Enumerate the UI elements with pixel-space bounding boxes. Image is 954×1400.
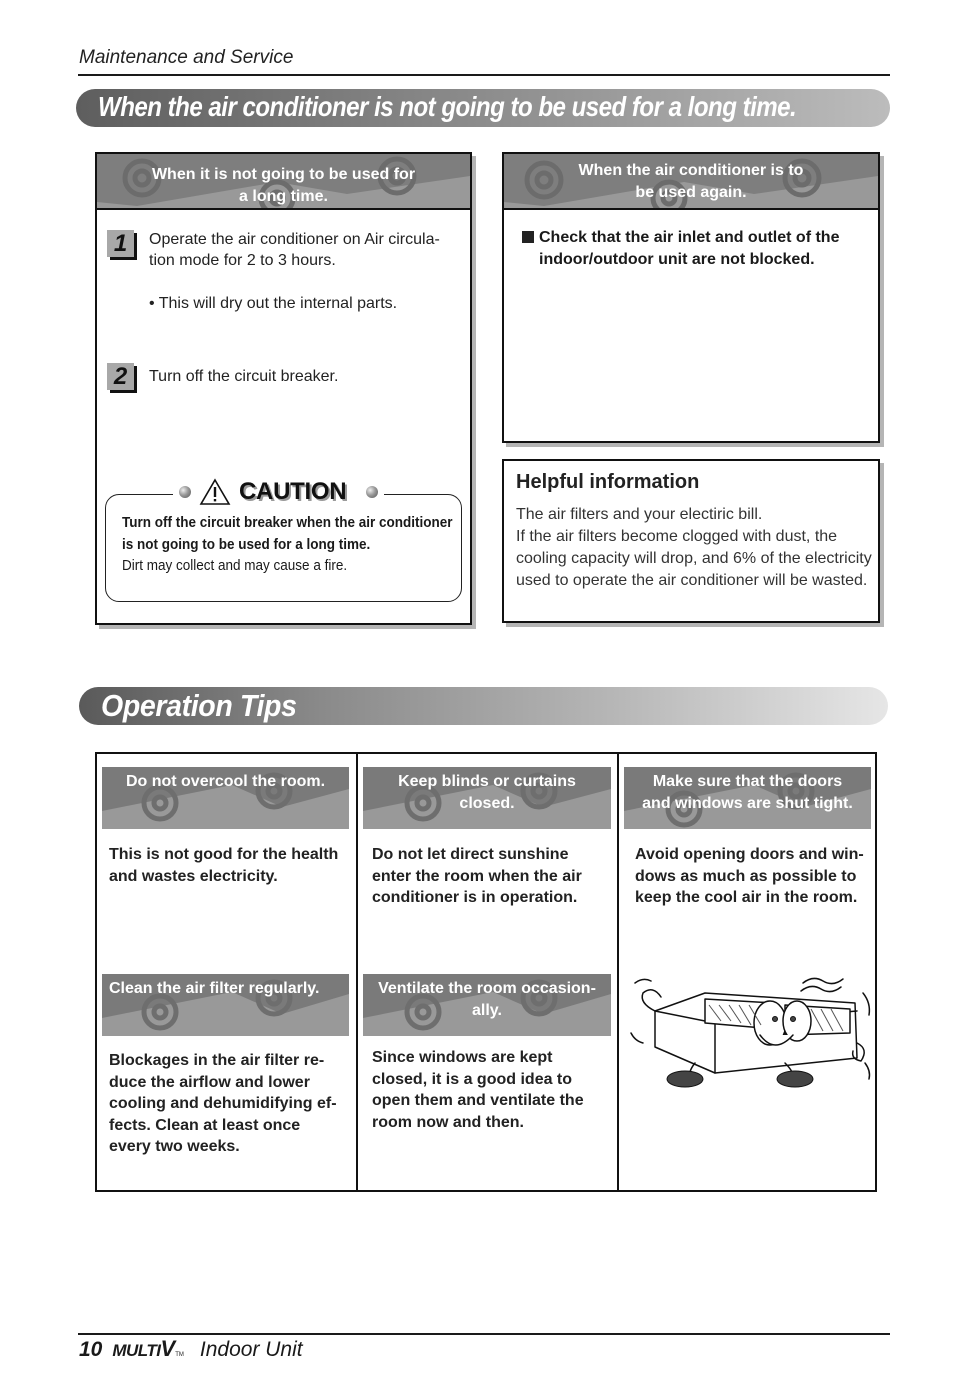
box-header-line2: a long time. [239, 188, 328, 205]
cartoon-indoor-unit-illustration [630, 977, 871, 1088]
tip-title: closed. [459, 795, 515, 812]
caution-plain-text: Dirt may collect and may cause a fire. [122, 557, 348, 574]
helpful-information-box: Helpful information The air filters and … [502, 459, 880, 623]
step-2-text: Turn off the circuit breaker. [149, 368, 339, 385]
box-header: When it is not going to be used for a lo… [97, 154, 470, 210]
tip-3-header: Make sure that the doors and windows are… [624, 767, 871, 829]
box-header: When the air conditioner is to be used a… [504, 154, 878, 210]
section-banner-operation-tips: Operation Tips [79, 687, 888, 725]
footer-rule [78, 1333, 890, 1335]
tip-title: Do not overcool the room. [125, 773, 326, 790]
section-title: When the air conditioner is not going to… [98, 91, 797, 122]
helpful-info-body: The air filters and your electiric bill.… [516, 504, 878, 592]
tip-body-line: Since windows are kept [372, 1049, 553, 1066]
tip-title: Ventilate the room occasion- [378, 980, 596, 997]
running-header: Maintenance and Service [79, 47, 294, 68]
box-header-line2: be used again. [635, 184, 747, 201]
step-1-text: Operate the air conditioner on Air circu… [149, 231, 440, 269]
footer-title: Indoor Unit [199, 1338, 303, 1361]
tip-title: and windows are shut tight. [642, 795, 853, 812]
warning-triangle-icon [199, 478, 231, 505]
tip-body-line: every two weeks. [109, 1138, 240, 1155]
tip-body-line: enter the room when the air [372, 867, 582, 885]
tip-body-line: conditioner is in operation. [372, 889, 578, 906]
helpful-info-line: cooling capacity will drop, and 6% of th… [516, 550, 872, 567]
brand-logo: MULTIVTM [112, 1336, 184, 1362]
column-divider [617, 754, 619, 1190]
page-footer: 10 MULTIVTM Indoor Unit [79, 1336, 303, 1362]
caution-heading: CAUTION [173, 474, 385, 510]
tip-body-line: cooling and dehumidifying ef- [109, 1095, 337, 1112]
not-used-long-time-box: When it is not going to be used for a lo… [95, 152, 472, 625]
trademark: TM [175, 1352, 184, 1358]
tip-body-line: closed, it is a good idea to [372, 1070, 573, 1088]
tip-3-body: Avoid opening doors and win- dows as muc… [635, 844, 875, 909]
header-rule [78, 74, 890, 76]
helpful-info-line: used to operate the air conditioner will… [516, 572, 868, 589]
tip-2-body: Do not let direct sunshine enter the roo… [372, 844, 612, 909]
caution-bold-text: Turn off the circuit breaker when the ai… [122, 512, 460, 556]
tip-body-line: Avoid opening doors and win- [635, 846, 864, 863]
section-title: Operation Tips [101, 688, 297, 723]
page-number: 10 [79, 1338, 103, 1361]
box-header-line1: When the air conditioner is to [578, 162, 804, 179]
caution-box: Turn off the circuit breaker when the ai… [105, 494, 462, 602]
tip-body-line: open them and ventilate the [372, 1092, 584, 1109]
bullet-ball-icon [179, 486, 191, 498]
tip-title: Make sure that the doors [652, 773, 843, 790]
tip-title: ally. [472, 1002, 502, 1019]
tip-body-line: fects. Clean at least once [109, 1116, 301, 1134]
step-2-badge: 2 [107, 363, 134, 390]
tip-4-body: Blockages in the air filter re- duce the… [109, 1050, 349, 1158]
tip-2-header: Keep blinds or curtains closed. [363, 767, 611, 829]
box-header-line1: When it is not going to be used for [151, 166, 416, 183]
section-banner-long-time: When the air conditioner is not going to… [76, 89, 890, 127]
helpful-info-line: The air filters and your electiric bill. [516, 506, 763, 523]
tip-1-header: Do not overcool the room. [102, 767, 349, 829]
helpful-info-line: If the air filters become clogged with d… [516, 528, 838, 545]
tip-body-line: Do not let direct sunshine [372, 846, 569, 863]
tip-body-line: and wastes electricity. [109, 867, 278, 885]
check-item: Check that the air inlet and outlet of t… [522, 227, 867, 271]
tip-body-line: This is not good for the health [109, 846, 339, 863]
tip-body-line: room now and then. [372, 1113, 524, 1131]
step-1-note: • This will dry out the internal parts. [149, 295, 398, 312]
caution-bold-line1: Turn off the circuit breaker when the ai… [122, 514, 453, 531]
check-item-line1: Check that the air inlet and outlet of t… [539, 229, 840, 246]
tip-5-body: Since windows are kept closed, it is a g… [372, 1047, 612, 1133]
tip-4-header: Clean the air filter regularly. [102, 974, 349, 1036]
square-bullet-icon [522, 231, 534, 243]
caution-bold-line2: is not going to be used for a long time. [122, 536, 371, 553]
tip-title: Clean the air filter regularly. [109, 980, 320, 997]
brand-v: V [160, 1336, 176, 1361]
check-item-line2: indoor/outdoor unit are not blocked. [539, 251, 815, 268]
caution-label: CAUTION [239, 478, 347, 505]
step-1-badge: 1 [107, 230, 134, 257]
tip-body-line: keep the cool air in the room. [635, 889, 858, 906]
tip-body-line: duce the airflow and lower [109, 1073, 310, 1091]
tip-1-body: This is not good for the health and wast… [109, 844, 349, 887]
tip-title: Keep blinds or curtains [398, 773, 576, 790]
column-divider [356, 754, 358, 1190]
tip-body-line: dows as much as possible to [635, 867, 857, 885]
used-again-box: When the air conditioner is to be used a… [502, 152, 880, 443]
bullet-ball-icon [366, 486, 379, 498]
tip-body-line: Blockages in the air filter re- [109, 1052, 325, 1069]
brand-name: MULTI [112, 1341, 161, 1360]
tip-5-header: Ventilate the room occasion- ally. [363, 974, 611, 1036]
helpful-info-title: Helpful information [516, 471, 700, 493]
